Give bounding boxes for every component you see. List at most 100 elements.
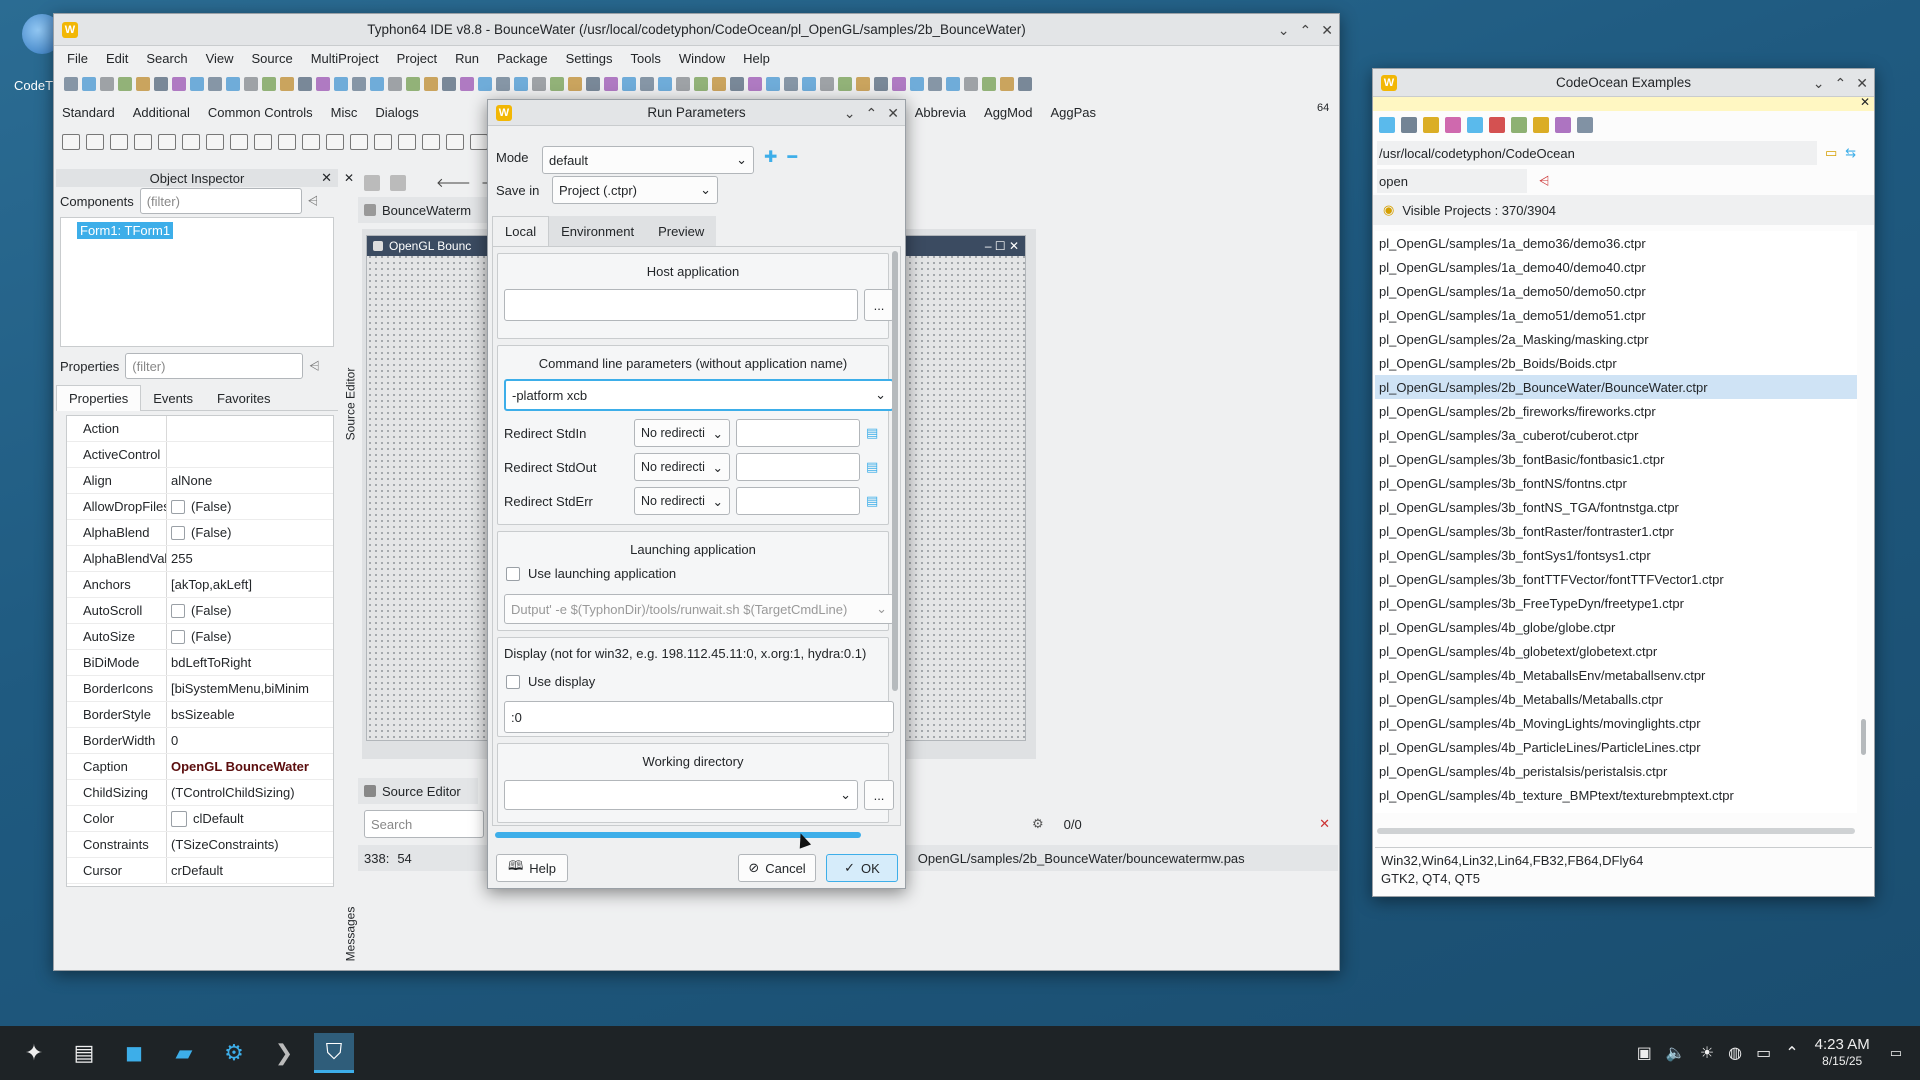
project-list-item[interactable]: pl_OpenGL/samples/4b_Metaballs/Metaballs… bbox=[1375, 687, 1857, 711]
project-list-item[interactable]: pl_OpenGL/samples/3b_fontTTFVector/fontT… bbox=[1375, 567, 1857, 591]
menu-tools[interactable]: Tools bbox=[622, 51, 670, 66]
menu-source[interactable]: Source bbox=[243, 51, 302, 66]
close-icon[interactable]: ✕ bbox=[321, 170, 332, 186]
property-row[interactable]: BorderIcons [biSystemMenu,biMinim bbox=[67, 676, 333, 702]
property-row[interactable]: AutoScroll (False) bbox=[67, 598, 333, 624]
toolbar-tool-icon[interactable] bbox=[874, 77, 888, 91]
project-list-item[interactable]: pl_OpenGL/samples/4b_ParticleLines/Parti… bbox=[1375, 735, 1857, 759]
codeocean-tool-icon[interactable] bbox=[1401, 117, 1417, 133]
property-value[interactable]: crDefault bbox=[167, 863, 333, 878]
menu-package[interactable]: Package bbox=[488, 51, 557, 66]
project-list-item[interactable]: pl_OpenGL/samples/3b_fontRaster/fontrast… bbox=[1375, 519, 1857, 543]
dialog-titlebar[interactable]: W Run Parameters ⌄ ⌃ ✕ bbox=[488, 100, 905, 126]
palette-component-icon[interactable] bbox=[422, 134, 440, 150]
menu-help[interactable]: Help bbox=[734, 51, 779, 66]
property-value[interactable]: (TControlChildSizing) bbox=[167, 785, 333, 800]
remove-mode-icon[interactable]: ━ bbox=[787, 147, 797, 167]
save-in-select[interactable]: Project (.ctpr) ⌄ bbox=[552, 176, 718, 204]
property-row[interactable]: ActiveControl bbox=[67, 442, 333, 468]
toolbar-tool-icon[interactable] bbox=[730, 77, 744, 91]
project-list-hscrollbar[interactable] bbox=[1377, 828, 1855, 834]
search-option-icon[interactable]: ⚙ bbox=[1032, 816, 1044, 832]
discover-icon[interactable]: ◼ bbox=[114, 1033, 154, 1073]
toolbar-tool-icon[interactable] bbox=[586, 77, 600, 91]
palette-tab[interactable]: Standard bbox=[62, 105, 115, 120]
palette-component-icon[interactable] bbox=[206, 134, 224, 150]
menu-project[interactable]: Project bbox=[388, 51, 446, 66]
toolbar-tool-icon[interactable] bbox=[532, 77, 546, 91]
menu-multiproject[interactable]: MultiProject bbox=[302, 51, 388, 66]
terminal-icon[interactable]: ❯ bbox=[264, 1033, 304, 1073]
property-row[interactable]: BorderStyle bsSizeable bbox=[67, 702, 333, 728]
close-hint-icon[interactable]: ✕ bbox=[1860, 95, 1870, 109]
menu-window[interactable]: Window bbox=[670, 51, 734, 66]
ide-titlebar[interactable]: W Typhon64 IDE v8.8 - BounceWater (/usr/… bbox=[54, 14, 1339, 46]
brightness-icon[interactable]: ☀ bbox=[1700, 1043, 1714, 1063]
use-display-checkbox[interactable] bbox=[506, 674, 520, 689]
minimize-icon[interactable]: ⌄ bbox=[844, 105, 856, 122]
palette-component-icon[interactable] bbox=[86, 134, 104, 150]
property-row[interactable]: Color clDefault bbox=[67, 806, 333, 832]
menu-search[interactable]: Search bbox=[137, 51, 196, 66]
redirect-file-input[interactable] bbox=[736, 453, 860, 481]
project-list-item[interactable]: pl_OpenGL/samples/4b_texture_BMPtext/tex… bbox=[1375, 783, 1857, 807]
toolbar-tool-icon[interactable] bbox=[316, 77, 330, 91]
toolbar-tool-icon[interactable] bbox=[208, 77, 222, 91]
components-filter[interactable]: (filter) bbox=[139, 188, 302, 214]
toolbar-tool-icon[interactable] bbox=[244, 77, 258, 91]
cmdline-input[interactable]: -platform xcb ⌄ bbox=[504, 379, 894, 411]
property-row[interactable]: Constraints (TSizeConstraints) bbox=[67, 832, 333, 858]
property-row[interactable]: AutoSize (False) bbox=[67, 624, 333, 650]
project-list-item[interactable]: pl_OpenGL/samples/4b_peristalsis/perista… bbox=[1375, 759, 1857, 783]
toolbar-tool-icon[interactable] bbox=[856, 77, 870, 91]
toolbar-tool-icon[interactable] bbox=[298, 77, 312, 91]
tray-expand-icon[interactable]: ⌃ bbox=[1785, 1043, 1798, 1063]
palette-component-icon[interactable] bbox=[110, 134, 128, 150]
close-icon[interactable]: ✕ bbox=[1856, 75, 1868, 92]
toolbar-tool-icon[interactable] bbox=[1000, 77, 1014, 91]
property-row[interactable]: AllowDropFiles (False) bbox=[67, 494, 333, 520]
palette-tab[interactable]: Additional bbox=[133, 105, 190, 120]
property-value[interactable]: bdLeftToRight bbox=[167, 655, 333, 670]
menu-view[interactable]: View bbox=[197, 51, 243, 66]
property-checkbox[interactable] bbox=[171, 603, 185, 618]
toolbar-tool-icon[interactable] bbox=[118, 77, 132, 91]
menu-file[interactable]: File bbox=[58, 51, 97, 66]
properties-filter[interactable]: (filter) bbox=[125, 353, 304, 379]
codeocean-tool-icon[interactable] bbox=[1511, 117, 1527, 133]
property-value[interactable]: clDefault bbox=[167, 810, 333, 827]
project-list-item[interactable]: pl_OpenGL/samples/4b_globe/globe.ctpr bbox=[1375, 615, 1857, 639]
project-list-item[interactable]: pl_OpenGL/samples/3b_fontSys1/fontsys1.c… bbox=[1375, 543, 1857, 567]
codeocean-tool-icon[interactable] bbox=[1533, 117, 1549, 133]
desktop-icon-label[interactable]: CodeT bbox=[14, 78, 53, 93]
property-value[interactable]: 255 bbox=[167, 551, 333, 566]
property-value[interactable]: 0 bbox=[167, 733, 333, 748]
volume-icon[interactable]: 🔈 bbox=[1666, 1043, 1686, 1063]
toolbar-tool-icon[interactable] bbox=[388, 77, 402, 91]
browse-host-button[interactable]: ... bbox=[864, 289, 894, 321]
redirect-file-input[interactable] bbox=[736, 487, 860, 515]
toolbar-tool-icon[interactable] bbox=[172, 77, 186, 91]
project-list-item[interactable]: pl_OpenGL/samples/3b_fontNS/fontns.ctpr bbox=[1375, 471, 1857, 495]
palette-component-icon[interactable] bbox=[230, 134, 248, 150]
dialog-vertical-scrollbar[interactable] bbox=[892, 251, 898, 691]
codeocean-tool-icon[interactable] bbox=[1467, 117, 1483, 133]
dialog-tab-local[interactable]: Local bbox=[492, 216, 550, 246]
codeocean-filter-input[interactable]: open bbox=[1377, 169, 1527, 193]
property-value[interactable]: OpenGL BounceWater bbox=[167, 759, 333, 774]
project-list-item[interactable]: pl_OpenGL/samples/2b_BounceWater/BounceW… bbox=[1375, 375, 1857, 399]
toolbar-tool-icon[interactable] bbox=[478, 77, 492, 91]
toolbar-tool-icon[interactable] bbox=[604, 77, 618, 91]
palette-component-icon[interactable] bbox=[278, 134, 296, 150]
property-value[interactable]: alNone bbox=[167, 473, 333, 488]
palette-tab[interactable]: AggMod bbox=[984, 105, 1032, 120]
mode-select[interactable]: default ⌄ bbox=[542, 146, 754, 174]
property-checkbox[interactable] bbox=[171, 629, 185, 644]
menu-settings[interactable]: Settings bbox=[557, 51, 622, 66]
toolbar-tool-icon[interactable] bbox=[568, 77, 582, 91]
toolbar-tool-icon[interactable] bbox=[280, 77, 294, 91]
clock[interactable]: 4:23 AM 8/15/25 bbox=[1815, 1037, 1870, 1069]
property-row[interactable]: Action bbox=[67, 416, 333, 442]
dialog-tab-preview[interactable]: Preview bbox=[646, 216, 717, 246]
toolbar-tool-icon[interactable] bbox=[550, 77, 564, 91]
